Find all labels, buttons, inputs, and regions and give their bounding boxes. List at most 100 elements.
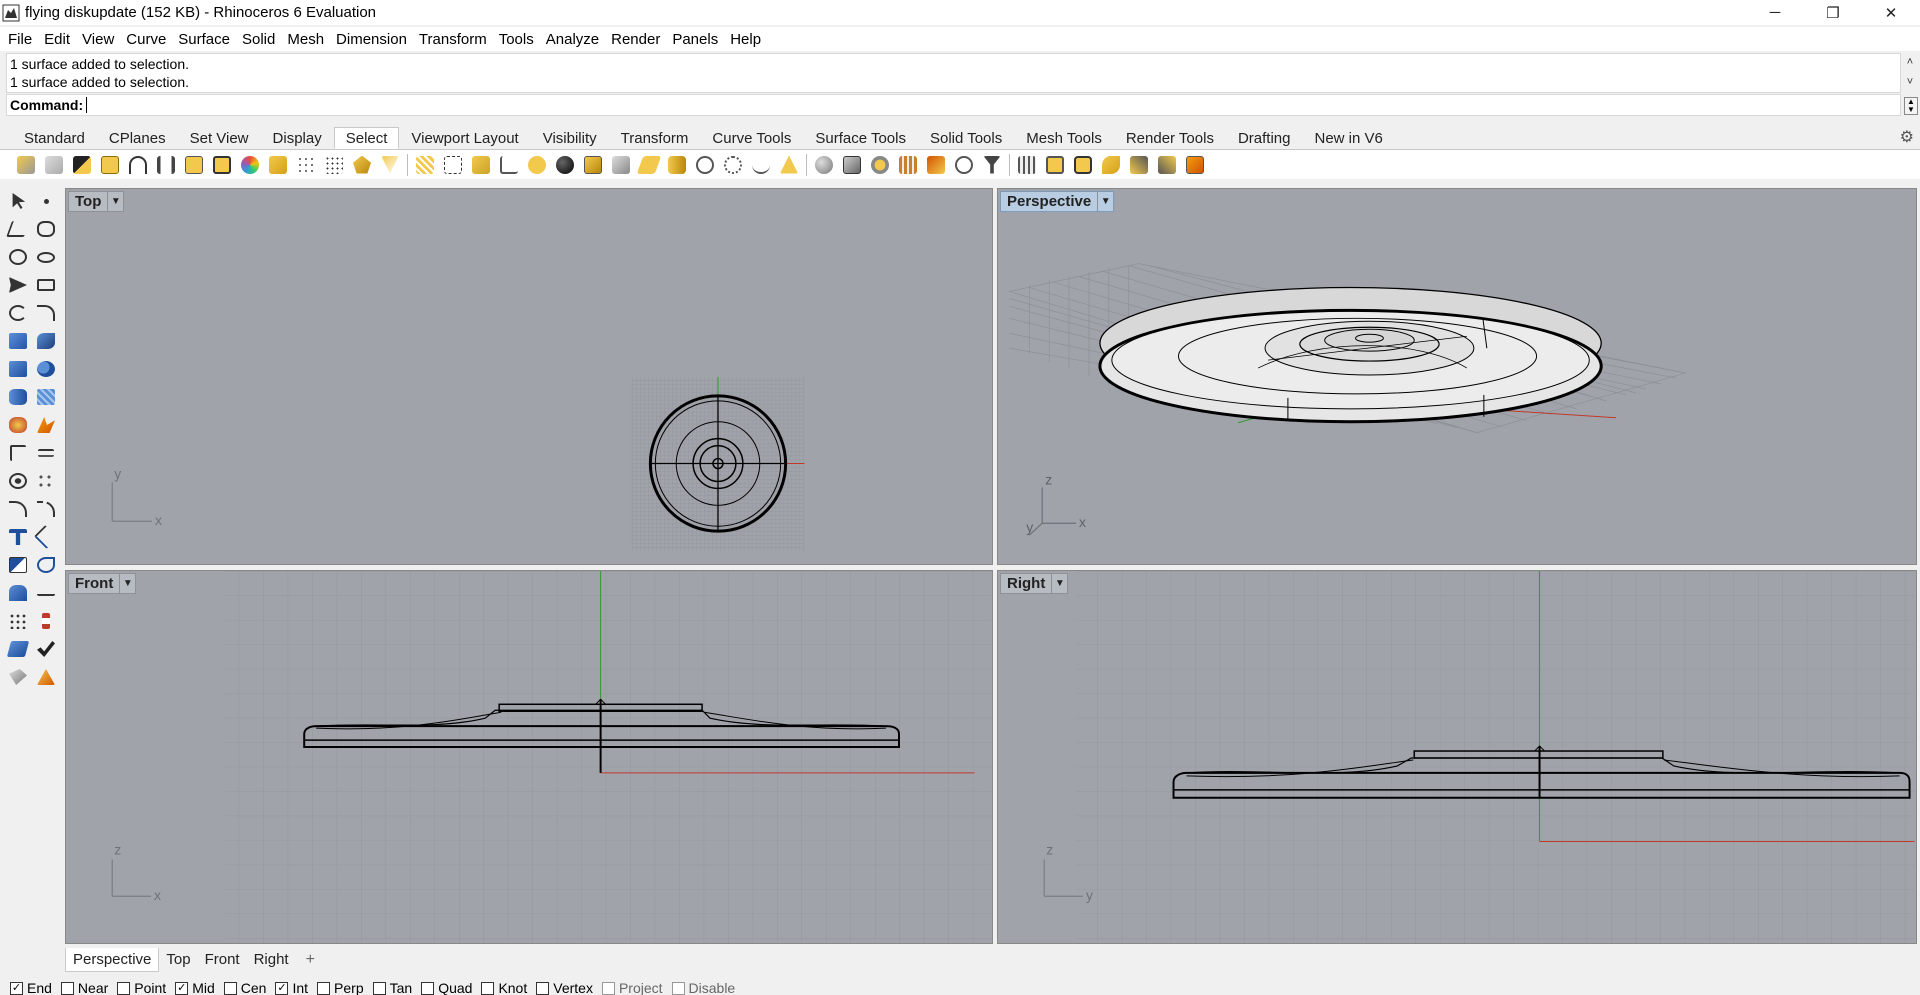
light-icon[interactable]	[4, 411, 32, 439]
chevron-down-icon[interactable]: ▼	[1097, 192, 1113, 211]
select-meshes-icon[interactable]	[348, 151, 376, 179]
select-annotations-icon[interactable]	[467, 151, 495, 179]
viewport-label-right[interactable]: Right ▼	[1000, 573, 1069, 594]
point-icon[interactable]	[32, 187, 60, 215]
checkbox-icon[interactable]	[372, 981, 386, 995]
menu-help[interactable]: Help	[724, 31, 767, 48]
circle-icon[interactable]	[4, 243, 32, 271]
extrude-icon[interactable]	[4, 383, 32, 411]
checkbox-icon[interactable]	[601, 981, 615, 995]
join-icon[interactable]	[4, 467, 32, 495]
render-preview-icon[interactable]	[32, 663, 60, 691]
checkbox-checked-icon[interactable]: ✓	[175, 981, 189, 995]
select-layer-icon[interactable]	[1013, 151, 1041, 179]
osnap-end[interactable]: ✓ End	[10, 980, 52, 995]
viewport-front[interactable]: x z Front ▼	[65, 570, 993, 944]
menu-transform[interactable]: Transform	[413, 31, 493, 48]
command-input[interactable]	[91, 97, 1792, 113]
tab-transform[interactable]: Transform	[609, 127, 701, 149]
tab-new-in-v6[interactable]: New in V6	[1303, 127, 1395, 149]
surface-from-curves-icon[interactable]	[32, 327, 60, 355]
tab-display[interactable]: Display	[261, 127, 334, 149]
command-history[interactable]: 1 surface added to selection. 1 surface …	[6, 53, 1913, 93]
explode-icon[interactable]	[32, 411, 60, 439]
scroll-up-icon[interactable]: ˄	[1902, 54, 1918, 70]
text-icon[interactable]	[4, 523, 32, 551]
osnap-cen[interactable]: Cen	[223, 980, 266, 995]
command-spinner-icon[interactable]: ▲ ▼	[1904, 97, 1918, 115]
select-hatches-icon[interactable]	[411, 151, 439, 179]
select-object-type-icon[interactable]	[1069, 151, 1097, 179]
select-polysurfaces-icon[interactable]	[96, 151, 124, 179]
scale-icon[interactable]	[32, 579, 60, 607]
select-spirals-icon[interactable]	[691, 151, 719, 179]
select-open-surfaces-icon[interactable]	[775, 151, 803, 179]
osnap-mid[interactable]: ✓ Mid	[175, 980, 215, 995]
restore-button[interactable]: ❐	[1804, 0, 1862, 25]
tab-solid-tools[interactable]: Solid Tools	[918, 127, 1014, 149]
select-all-points-icon[interactable]	[40, 151, 68, 179]
select-by-name-icon[interactable]	[950, 151, 978, 179]
viewport-tab-top[interactable]: Top	[159, 948, 197, 972]
add-viewport-tab-button[interactable]: +	[296, 948, 325, 972]
tab-drafting[interactable]: Drafting	[1226, 127, 1303, 149]
boolean-union-icon[interactable]	[32, 355, 60, 383]
viewport-label-front[interactable]: Front ▼	[68, 573, 137, 594]
osnap-int[interactable]: ✓ Int	[275, 980, 308, 995]
mesh-icon[interactable]	[32, 383, 60, 411]
menu-file[interactable]: File	[2, 31, 38, 48]
chevron-down-icon[interactable]: ▼	[107, 192, 123, 211]
viewport-top[interactable]: x y Top ▼	[65, 188, 993, 565]
select-bad-objects-icon[interactable]	[894, 151, 922, 179]
osnap-near[interactable]: Near	[60, 980, 108, 995]
checkbox-icon[interactable]	[60, 981, 74, 995]
polygon-icon[interactable]	[4, 271, 32, 299]
tab-viewport-layout[interactable]: Viewport Layout	[399, 127, 530, 149]
select-children-icon[interactable]	[1125, 151, 1153, 179]
check-icon[interactable]	[32, 635, 60, 663]
surface-from-points-icon[interactable]	[4, 327, 32, 355]
move-icon[interactable]	[4, 551, 32, 579]
osnap-quad[interactable]: Quad	[421, 980, 472, 995]
checkbox-icon[interactable]	[671, 981, 685, 995]
select-planar-surfaces-icon[interactable]	[635, 151, 663, 179]
split-icon[interactable]	[32, 439, 60, 467]
checkbox-icon[interactable]	[317, 981, 331, 995]
select-history-icon[interactable]	[1097, 151, 1125, 179]
select-cylinders-icon[interactable]	[663, 151, 691, 179]
checkbox-icon[interactable]	[536, 981, 550, 995]
select-surfaces-icon[interactable]	[264, 151, 292, 179]
osnap-knot[interactable]: Knot	[481, 980, 527, 995]
box-icon[interactable]	[4, 355, 32, 383]
select-control-points-icon[interactable]	[320, 151, 348, 179]
menu-dimension[interactable]: Dimension	[330, 31, 413, 48]
viewport-label-perspective[interactable]: Perspective ▼	[1000, 191, 1115, 212]
rotate-icon[interactable]	[32, 551, 60, 579]
chevron-down-icon[interactable]: ▼	[119, 574, 135, 593]
tab-surface-tools[interactable]: Surface Tools	[803, 127, 918, 149]
tab-mesh-tools[interactable]: Mesh Tools	[1014, 127, 1114, 149]
checkbox-checked-icon[interactable]: ✓	[10, 981, 23, 995]
select-points-icon[interactable]	[12, 151, 40, 179]
gear-icon[interactable]: ⚙	[1900, 127, 1914, 147]
select-color-icon[interactable]	[236, 151, 264, 179]
select-by-radius-icon[interactable]	[810, 151, 838, 179]
menu-edit[interactable]: Edit	[38, 31, 76, 48]
minimize-button[interactable]: ─	[1746, 0, 1804, 25]
viewport-tab-perspective[interactable]: Perspective	[65, 948, 160, 972]
analyze-icon[interactable]	[4, 635, 32, 663]
select-subd-icon[interactable]	[719, 151, 747, 179]
tab-visibility[interactable]: Visibility	[531, 127, 609, 149]
arc-icon[interactable]	[4, 299, 32, 327]
menu-surface[interactable]: Surface	[172, 31, 236, 48]
checkbox-icon[interactable]	[223, 981, 237, 995]
select-dimensions-icon[interactable]	[439, 151, 467, 179]
select-leaders-icon[interactable]	[495, 151, 523, 179]
osnap-point[interactable]: Point	[117, 980, 166, 995]
menu-render[interactable]: Render	[605, 31, 666, 48]
group-icon[interactable]	[32, 467, 60, 495]
select-curves-icon[interactable]	[124, 151, 152, 179]
osnap-project[interactable]: Project	[601, 980, 663, 995]
tab-cplanes[interactable]: CPlanes	[97, 127, 178, 149]
menu-tools[interactable]: Tools	[493, 31, 540, 48]
